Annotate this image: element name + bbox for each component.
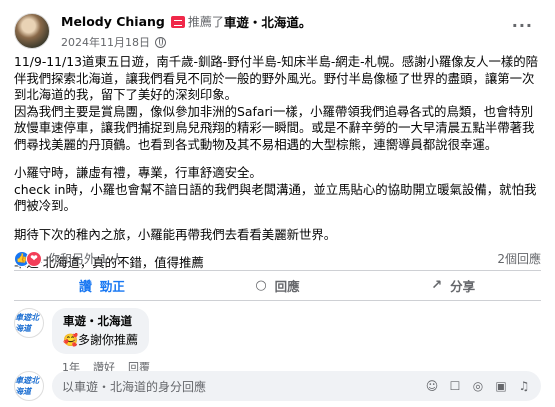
comments-count[interactable]: 2個回應 — [497, 250, 541, 267]
comment-label: 回應 — [274, 278, 300, 294]
page-name[interactable]: 車遊・北海道 — [224, 12, 299, 31]
post-body: 11/9-11/13道東五日遊，南千歲-釧路-野付半島-知床半島-網走-札幌。感… — [14, 54, 542, 272]
title-period: 。 — [298, 15, 312, 30]
post-paragraph: 小羅守時，謙虛有禮，專業，行車舒適安全。 — [14, 165, 262, 180]
globe-icon — [155, 36, 166, 48]
like-button[interactable]: 讚 勁正 — [14, 272, 190, 298]
gif-icon[interactable]: ▣ — [494, 379, 508, 393]
reply-toolbar: ☺ ☐ ◎ ▣ ♫ — [425, 379, 531, 393]
divider — [14, 270, 541, 271]
comment-content: 車遊・北海道 🥰多謝你推薦 1年 讚好 回覆 — [52, 308, 150, 375]
thumbs-up-icon: 讚 — [78, 279, 92, 295]
love-reaction-icon: ❤ — [26, 250, 42, 267]
post-actions: 讚 勁正 ○ 回應 ↗ 分享 — [14, 272, 541, 298]
reactions-summary[interactable]: 👍 ❤ 你和另外 1 人 — [14, 250, 123, 267]
reply-box: 車遊北海道 以車遊・北海道的身分回應 ☺ ☐ ◎ ▣ ♫ — [14, 371, 541, 401]
post-header-text: Melody Chiang 推薦了 車遊・北海道 。 2024年11月18日 — [61, 12, 311, 50]
commenter-avatar-logo: 車遊北海道 — [15, 313, 39, 333]
share-label: 分享 — [450, 278, 476, 294]
post-paragraph: check in時，小羅也會幫不諳日語的我們與老闆溝通，並立馬貼心的協助開立暖氣… — [14, 181, 537, 214]
emoji-icon[interactable]: ☺ — [425, 379, 439, 393]
camera-icon[interactable]: ◎ — [471, 379, 485, 393]
comment-button[interactable]: ○ 回應 — [190, 272, 366, 298]
commenter-name[interactable]: 車遊・北海道 — [63, 313, 138, 329]
reactions-count-text: 你和另外 1 人 — [48, 252, 124, 266]
page-avatar-logo: 車遊北海道 — [15, 376, 39, 396]
reply-input[interactable]: 以車遊・北海道的身分回應 ☺ ☐ ◎ ▣ ♫ — [52, 371, 541, 401]
share-button[interactable]: ↗ 分享 — [365, 272, 541, 298]
post-paragraph: 期待下次的稚內之旅，小羅能再帶我們去看看美麗新世界。 — [14, 226, 337, 242]
post-meta: 2024年11月18日 — [61, 34, 311, 50]
like-label: 勁正 — [99, 278, 125, 294]
post-paragraph: 因為我們主要是賞鳥團，像似參加非洲的Safari一樣，小羅帶領我們追尋各式的鳥類… — [14, 103, 535, 152]
more-options-icon[interactable]: ··· — [512, 16, 533, 35]
divider — [14, 300, 541, 301]
post-title-line: Melody Chiang 推薦了 車遊・北海道 。 — [61, 12, 311, 31]
post-header: Melody Chiang 推薦了 車遊・北海道 。 2024年11月18日 — [14, 12, 311, 50]
recommend-icon — [170, 15, 185, 28]
recommend-verb: 推薦了 — [187, 15, 224, 29]
comment-text: 🥰多謝你推薦 — [63, 333, 138, 347]
sticker-icon[interactable]: ☐ — [448, 379, 462, 393]
reaction-stats: 👍 ❤ 你和另外 1 人 2個回應 — [14, 250, 541, 267]
author-name[interactable]: Melody Chiang — [61, 14, 165, 29]
comment-bubble: 車遊・北海道 🥰多謝你推薦 — [52, 308, 149, 354]
author-avatar[interactable] — [14, 13, 50, 49]
comment-icon: ○ — [255, 277, 267, 293]
avatar-sticker-icon[interactable]: ♫ — [517, 379, 531, 393]
commenter-avatar[interactable]: 車遊北海道 — [14, 308, 44, 338]
share-icon: ↗ — [431, 277, 443, 293]
page-avatar[interactable]: 車遊北海道 — [14, 371, 44, 401]
post-date[interactable]: 2024年11月18日 — [61, 34, 150, 50]
post-paragraph: 11/9-11/13道東五日遊，南千歲-釧路-野付半島-知床半島-網走-札幌。感… — [14, 54, 539, 102]
reply-placeholder: 以車遊・北海道的身分回應 — [62, 379, 207, 394]
comment-item: 車遊北海道 車遊・北海道 🥰多謝你推薦 1年 讚好 回覆 — [14, 308, 150, 375]
